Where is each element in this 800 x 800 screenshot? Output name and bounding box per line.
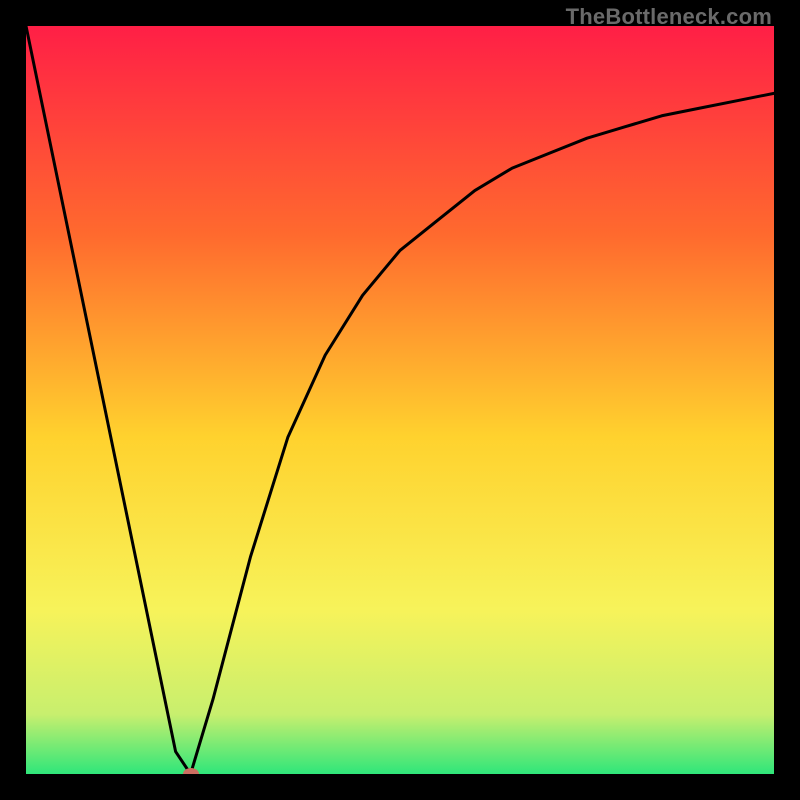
watermark-text: TheBottleneck.com: [566, 4, 772, 30]
minimum-marker-icon: [183, 768, 199, 774]
bottleneck-curve: [26, 26, 774, 774]
plot-area: [26, 26, 774, 774]
chart-frame: [26, 26, 774, 774]
